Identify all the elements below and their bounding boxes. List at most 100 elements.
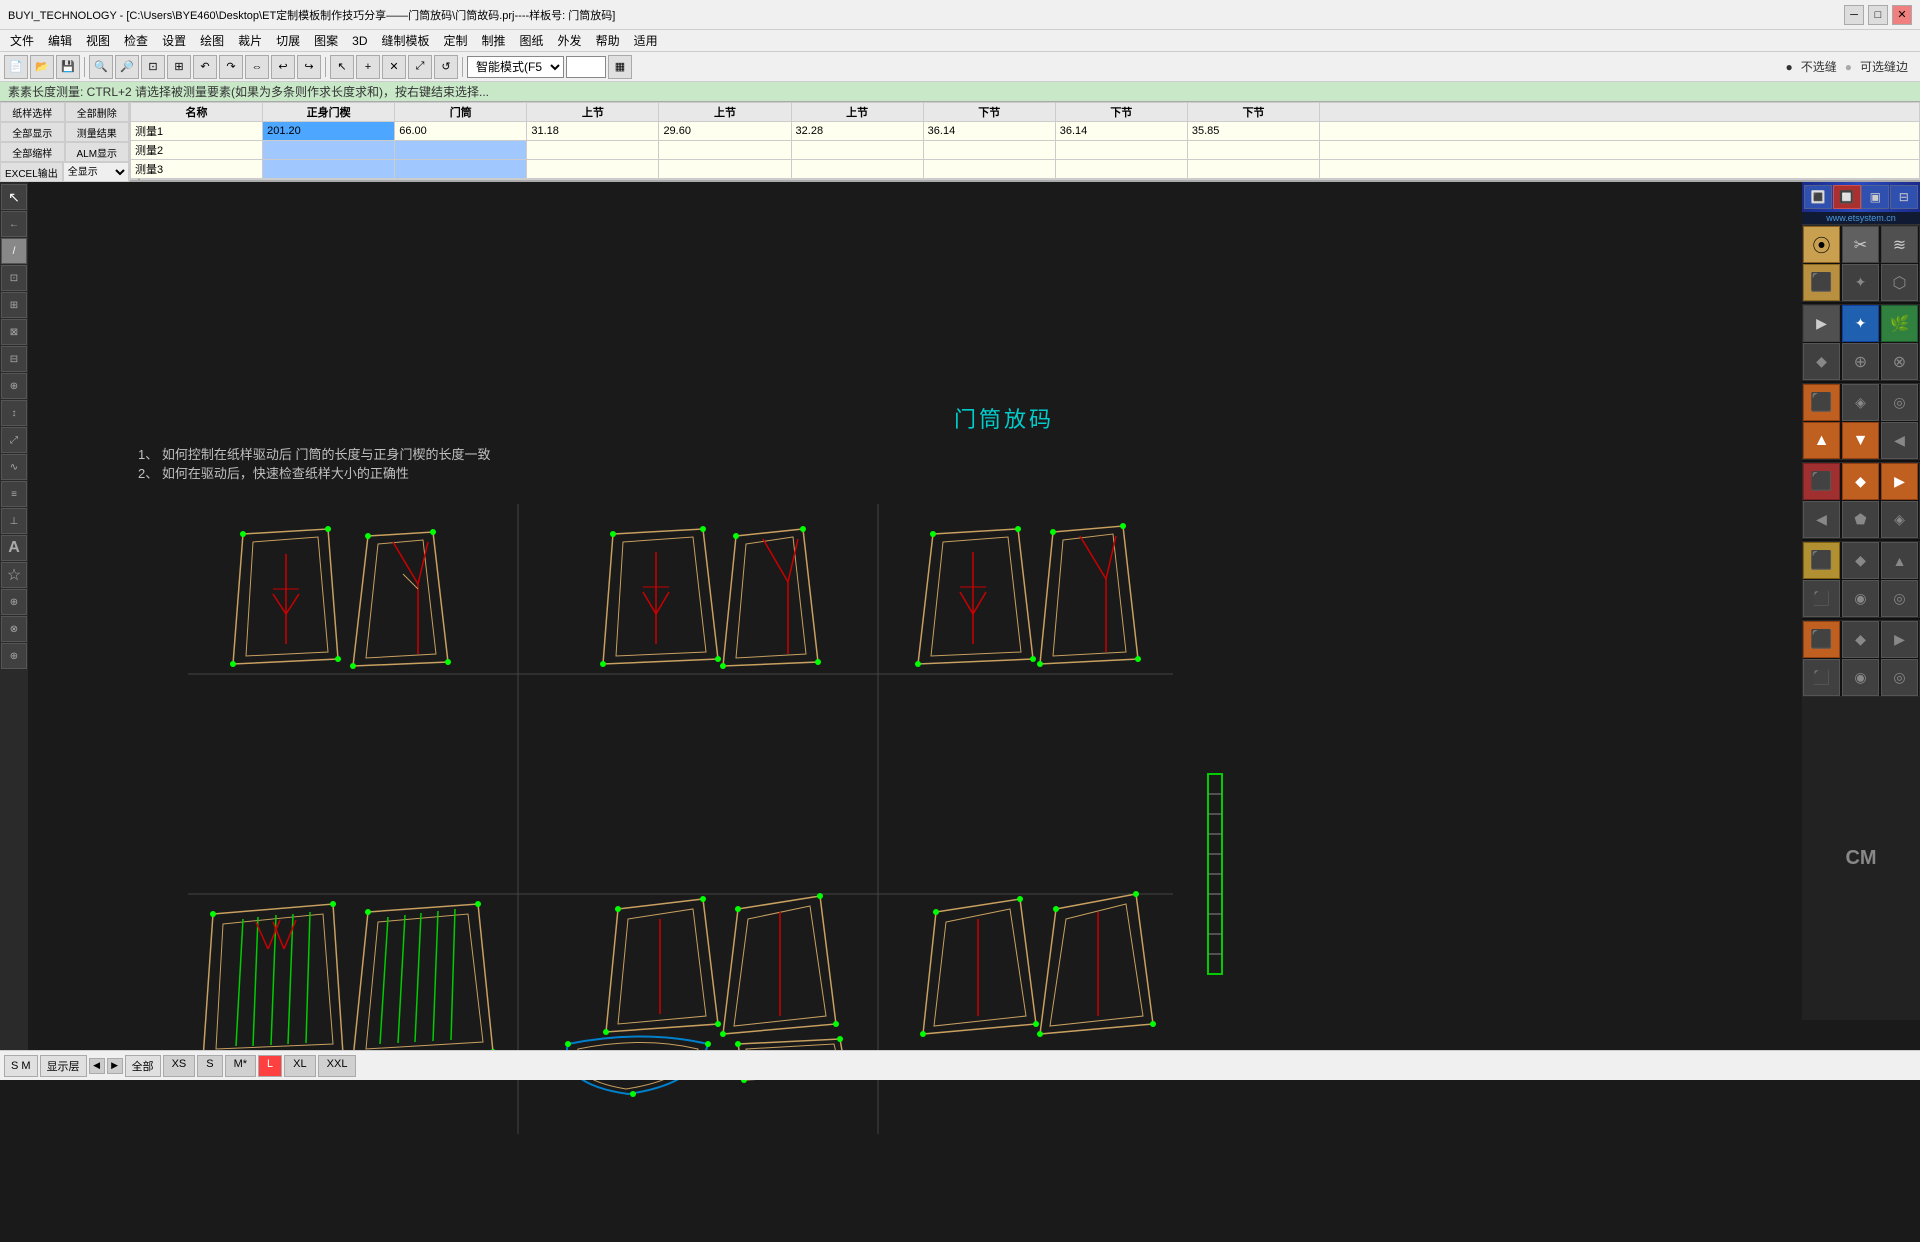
menu-pattern[interactable]: 图案 <box>308 30 344 51</box>
icon-circle[interactable]: ◎ <box>1881 384 1918 421</box>
left-tool-9[interactable]: ↕ <box>1 400 27 426</box>
left-tool-6[interactable]: ⊠ <box>1 319 27 345</box>
icon-red-block[interactable]: ⬛ <box>1803 463 1840 500</box>
icon-circle2[interactable]: ◎ <box>1881 580 1918 617</box>
excel-output-button[interactable]: EXCEL输出 <box>0 162 63 182</box>
menu-apply[interactable]: 适用 <box>628 30 664 51</box>
close-button[interactable]: ✕ <box>1892 5 1912 25</box>
icon-hex[interactable]: ⬡ <box>1881 264 1918 301</box>
left-tool-2[interactable]: ← <box>1 211 27 237</box>
new-button[interactable]: 📄 <box>4 55 28 79</box>
left-tool-4[interactable]: ⊡ <box>1 265 27 291</box>
zoom-window-button[interactable]: ⊞ <box>167 55 191 79</box>
size-xl[interactable]: XL <box>284 1055 315 1077</box>
left-tool-15[interactable]: ☆ <box>1 562 27 588</box>
panel-nav-2[interactable]: 🔲 <box>1833 185 1861 209</box>
move-button[interactable]: ⤢ <box>408 55 432 79</box>
size-m[interactable]: M* <box>225 1055 256 1077</box>
left-tool-18[interactable]: ⊕ <box>1 643 27 669</box>
all-reduce-button[interactable]: 全部缩样 <box>0 142 65 162</box>
icon-square[interactable]: ◆ <box>1803 343 1840 380</box>
icon-arrow-left[interactable]: ◀ <box>1881 422 1918 459</box>
icon-block[interactable]: ⬛ <box>1803 264 1840 301</box>
menu-help[interactable]: 帮助 <box>590 30 626 51</box>
display-layer-button[interactable]: 显示层 <box>40 1055 87 1077</box>
menu-file[interactable]: 文件 <box>4 30 40 51</box>
s-m-display[interactable]: S M <box>4 1055 38 1077</box>
rotate-left-button[interactable]: ↶ <box>193 55 217 79</box>
menu-settings[interactable]: 设置 <box>156 30 192 51</box>
icon-triangle-down[interactable]: ▼ <box>1842 422 1879 459</box>
left-tool-17[interactable]: ⊗ <box>1 616 27 642</box>
menu-grading[interactable]: 制推 <box>476 30 512 51</box>
left-tool-11[interactable]: ∿ <box>1 454 27 480</box>
zoom-fit-button[interactable]: ⊡ <box>141 55 165 79</box>
left-tool-16[interactable]: ⊕ <box>1 589 27 615</box>
nav-prev[interactable]: ◀ <box>89 1058 105 1074</box>
size-l[interactable]: L <box>258 1055 282 1077</box>
icon-up[interactable]: ▲ <box>1881 542 1918 579</box>
icon-circle3[interactable]: ◎ <box>1881 659 1918 696</box>
all-display-button[interactable]: 全部显示 <box>0 122 65 142</box>
icon-yellow-block[interactable]: ⬛ <box>1803 542 1840 579</box>
cross-button[interactable]: ✕ <box>382 55 406 79</box>
menu-export[interactable]: 外发 <box>552 30 588 51</box>
left-tool-5[interactable]: ⊞ <box>1 292 27 318</box>
size-xs[interactable]: XS <box>163 1055 196 1077</box>
plus-button[interactable]: + <box>356 55 380 79</box>
menu-custom[interactable]: 定制 <box>438 30 474 51</box>
canvas[interactable]: 门筒放码 1、 如何控制在纸样驱动后 门筒的长度与正身门楔的长度一致 2、 如何… <box>58 374 1920 1242</box>
mirror-button[interactable]: ⇔ <box>245 55 269 79</box>
icon-leaf[interactable]: 🌿 <box>1881 305 1918 342</box>
left-tool-3[interactable]: / <box>1 238 27 264</box>
left-tool-14[interactable]: A <box>1 535 27 561</box>
display-select[interactable]: 全显示 <box>63 162 129 182</box>
left-tool-1[interactable]: ↖ <box>1 184 27 210</box>
icon-plus-circle[interactable]: ⊕ <box>1842 343 1879 380</box>
size-all[interactable]: 全部 <box>125 1055 161 1077</box>
icon-diamond2[interactable]: ◈ <box>1842 384 1879 421</box>
menu-3d[interactable]: 3D <box>346 32 373 50</box>
measure-result-button[interactable]: 测量结果 <box>65 122 130 142</box>
icon-arrow-left2[interactable]: ◀ <box>1803 501 1840 538</box>
icon-cut[interactable]: ✂ <box>1842 226 1879 263</box>
icon-diamond6[interactable]: ◆ <box>1842 621 1879 658</box>
select-pattern-button[interactable]: 纸样选样 <box>0 102 65 122</box>
menu-sew-template[interactable]: 缝制模板 <box>375 30 435 51</box>
menu-paper[interactable]: 图纸 <box>514 30 550 51</box>
minimize-button[interactable]: ─ <box>1844 5 1864 25</box>
select-button[interactable]: ↖ <box>330 55 354 79</box>
size-s[interactable]: S <box>197 1055 222 1077</box>
menu-check[interactable]: 检查 <box>118 30 154 51</box>
panel-nav-4[interactable]: ⊟ <box>1890 185 1918 209</box>
icon-star[interactable]: ✦ <box>1842 264 1879 301</box>
icon-dot2[interactable]: ◉ <box>1842 659 1879 696</box>
menu-edit[interactable]: 编辑 <box>42 30 78 51</box>
icon-penta[interactable]: ⬟ <box>1842 501 1879 538</box>
icon-diamond3[interactable]: ◆ <box>1842 463 1879 500</box>
menu-view[interactable]: 视图 <box>80 30 116 51</box>
alm-display-button[interactable]: ALM显示 <box>65 142 130 162</box>
icon-arrow[interactable]: ▶ <box>1803 305 1840 342</box>
rotate-right-button[interactable]: ↷ <box>219 55 243 79</box>
icon-arrow-right[interactable]: ▶ <box>1881 463 1918 500</box>
icon-block2[interactable]: ⬛ <box>1803 580 1840 617</box>
refresh-button[interactable]: ↺ <box>434 55 458 79</box>
icon-triangle-up[interactable]: ▲ <box>1803 422 1840 459</box>
zoom-in-button[interactable]: 🔍 <box>89 55 113 79</box>
menu-cut[interactable]: 裁片 <box>232 30 268 51</box>
left-tool-7[interactable]: ⊟ <box>1 346 27 372</box>
icon-orange-block2[interactable]: ⬛ <box>1803 621 1840 658</box>
icon-diamond4[interactable]: ◈ <box>1881 501 1918 538</box>
menu-draw[interactable]: 绘图 <box>194 30 230 51</box>
drag-handle[interactable]: ▲ <box>134 176 144 182</box>
save-button[interactable]: 💾 <box>56 55 80 79</box>
zoom-out-button[interactable]: 🔎 <box>115 55 139 79</box>
icon-lines[interactable]: ≋ <box>1881 226 1918 263</box>
icon-orange-block[interactable]: ⬛ <box>1803 384 1840 421</box>
icon-arrow-right2[interactable]: ▶ <box>1881 621 1918 658</box>
icon-diamond[interactable]: ✦ <box>1842 305 1879 342</box>
left-tool-13[interactable]: ⊥ <box>1 508 27 534</box>
all-delete-button[interactable]: 全部删除 <box>65 102 130 122</box>
icon-x-circle[interactable]: ⊗ <box>1881 343 1918 380</box>
